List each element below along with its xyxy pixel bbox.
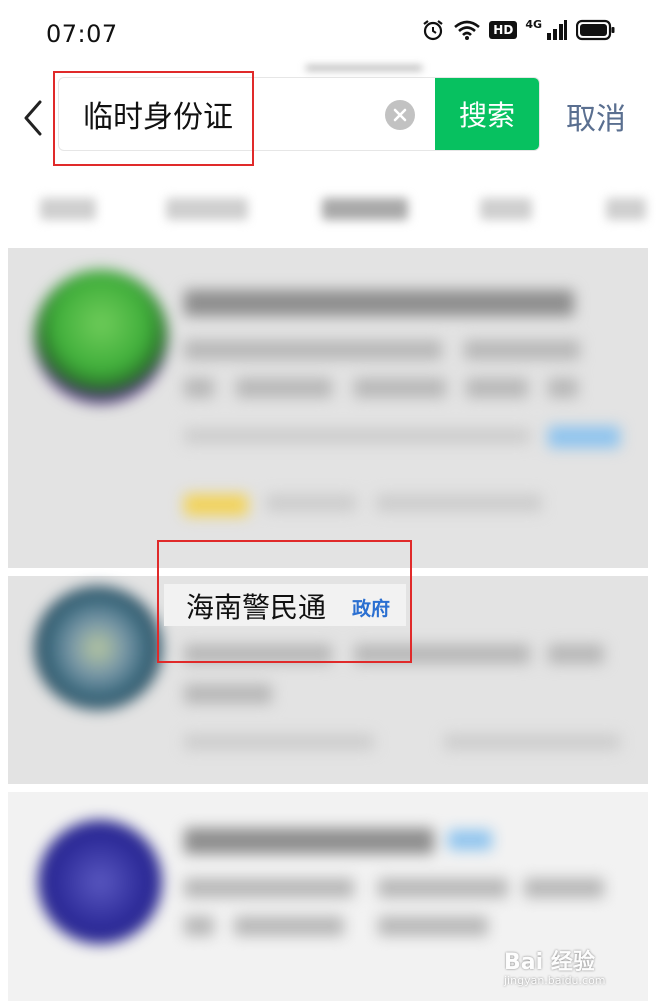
network-type-label: 4G	[525, 17, 542, 31]
watermark-url: jingyan.baidu.com	[504, 974, 606, 987]
watermark-brand: Bai 经验	[504, 950, 595, 975]
clear-button[interactable]	[385, 100, 415, 130]
list-item[interactable]	[8, 248, 648, 568]
search-input[interactable]	[83, 78, 383, 150]
avatar	[34, 270, 168, 404]
tab-placeholder[interactable]	[322, 198, 408, 220]
status-bar: 07:07 HD 4G	[0, 0, 656, 70]
hd-icon: HD	[489, 21, 518, 39]
avatar	[38, 820, 162, 944]
government-tag: 政府	[352, 598, 391, 620]
active-tab-indicator	[306, 66, 422, 70]
battery-icon	[576, 19, 615, 41]
back-button[interactable]	[20, 98, 48, 138]
alarm-icon	[423, 20, 443, 41]
search-bar: 搜索 取消	[0, 70, 656, 170]
close-icon	[393, 108, 407, 122]
tab-placeholder[interactable]	[606, 198, 646, 220]
search-button[interactable]: 搜索	[435, 78, 539, 150]
status-time: 07:07	[46, 20, 118, 48]
tab-placeholder[interactable]	[166, 198, 248, 220]
chevron-left-icon	[24, 100, 42, 136]
result-name[interactable]: 海南警民通	[186, 586, 326, 626]
avatar	[34, 586, 162, 710]
tab-placeholder[interactable]	[40, 198, 96, 220]
wifi-icon	[454, 20, 481, 40]
status-icons: HD 4G	[421, 18, 616, 42]
cancel-button[interactable]: 取消	[566, 94, 626, 138]
tab-placeholder[interactable]	[480, 198, 532, 220]
result-tabs	[0, 180, 656, 240]
baidu-watermark: Bai 经验 jingyan.baidu.com	[504, 944, 606, 987]
signal-icon	[547, 20, 567, 40]
search-box: 搜索	[58, 77, 540, 151]
